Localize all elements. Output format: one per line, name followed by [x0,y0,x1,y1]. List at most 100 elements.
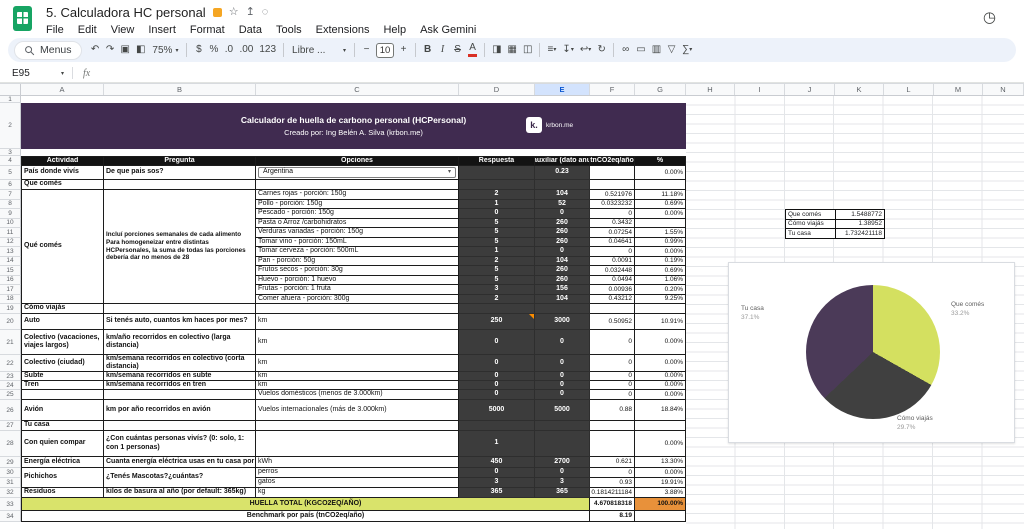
cell-G33[interactable]: 100.00% [635,498,686,511]
vertical-align-icon[interactable]: ↧▾ [559,41,576,59]
summary-label-0[interactable]: Que comés [786,210,836,220]
document-title[interactable]: 5. Calculadora HC personal [46,5,206,20]
cell-B28[interactable]: ¿Con cuántas personas vivís? (0: solo, 1… [104,431,256,457]
column-header-C[interactable]: C [256,84,459,95]
cell-B20[interactable]: Si tenés auto, cuantos km haces por mes? [104,314,256,330]
column-header-I[interactable]: I [735,84,785,95]
row-header-7[interactable]: 7 [0,190,21,200]
row-header-25[interactable]: 25 [0,390,21,400]
cell-D15[interactable]: 5 [459,266,535,276]
cell-D6[interactable] [459,180,535,190]
cell-G19[interactable] [635,304,686,314]
summary-label-2[interactable]: Tu casa [786,229,836,239]
row-header-10[interactable]: 10 [0,219,21,229]
menu-ask-gemini[interactable]: Ask Gemini [413,23,483,37]
cell-D23[interactable]: 0 [459,372,535,381]
column-header-K[interactable]: K [835,84,884,95]
cell-F7[interactable]: 0.521976 [590,190,635,200]
cell-D14[interactable]: 2 [459,257,535,267]
cell-A19[interactable]: Cómo viajás [21,304,104,314]
cell-F10[interactable]: 0.3432 [590,219,635,229]
cell-D25[interactable]: 0 [459,390,535,400]
cell-G6[interactable] [635,180,686,190]
cell-G30[interactable]: 0.00% [635,468,686,478]
cell-C27[interactable] [256,421,459,431]
star-icon[interactable]: ☆ [229,7,239,18]
merge-cells-icon[interactable]: ◫ [520,41,535,59]
font-size-input[interactable]: 10 [376,43,394,58]
cell-G10[interactable] [635,219,686,229]
cell-E30[interactable]: 0 [535,468,590,478]
cell-D13[interactable]: 1 [459,247,535,257]
row-header-29[interactable]: 29 [0,457,21,468]
row-header-20[interactable]: 20 [0,314,21,330]
row-header-12[interactable]: 12 [0,238,21,248]
cell-E12[interactable]: 260 [535,238,590,248]
cell-G29[interactable]: 13.30% [635,457,686,468]
select-all-corner[interactable] [0,84,21,95]
cell-B24[interactable]: km/semana recorridos en tren [104,381,256,390]
cell-G14[interactable]: 0.19% [635,257,686,267]
cell-B30[interactable]: ¿Tenés Mascotas?¿cuántas? [104,468,256,488]
cell-E26[interactable]: 5000 [535,400,590,421]
column-header-M[interactable]: M [934,84,983,95]
cell-C4[interactable]: Opciones [256,156,459,166]
column-header-N[interactable]: N [983,84,1024,95]
cell-E7[interactable]: 104 [535,190,590,200]
zoom-select[interactable]: 75%▾ [148,41,182,59]
cell-F13[interactable]: 0 [590,247,635,257]
row-header-8[interactable]: 8 [0,200,21,210]
cell-A24[interactable]: Tren [21,381,104,390]
bold-icon[interactable]: B [420,41,435,59]
cell-C26[interactable]: Vuelos internacionales (más de 3.000km) [256,400,459,421]
cell-D30[interactable]: 0 [459,468,535,478]
menu-insert[interactable]: Insert [141,23,183,37]
cell-B25[interactable] [104,390,256,400]
row-header-18[interactable]: 18 [0,295,21,305]
cell-G24[interactable]: 0.00% [635,381,686,390]
cell-E19[interactable] [535,304,590,314]
cell-F28[interactable] [590,431,635,457]
cell-G20[interactable]: 10.91% [635,314,686,330]
cell-F14[interactable]: 0.0091 [590,257,635,267]
cell-B23[interactable]: km/semana recorridos en subte [104,372,256,381]
cell-C12[interactable]: Tomar vino - porción: 150mL [256,238,459,248]
cell-E9[interactable]: 0 [535,209,590,219]
version-history-icon[interactable]: ◷ [983,9,996,26]
cell-F15[interactable]: 0.032448 [590,266,635,276]
row-header-19[interactable]: 19 [0,304,21,314]
cell-F23[interactable]: 0 [590,372,635,381]
cell-F9[interactable]: 0 [590,209,635,219]
cell-D8[interactable]: 1 [459,200,535,210]
cell-C18[interactable]: Comer afuera - porción: 300g [256,295,459,305]
menu-view[interactable]: View [104,23,142,37]
cell-F24[interactable]: 0 [590,381,635,390]
row-header-31[interactable]: 31 [0,478,21,488]
insert-chart-icon[interactable]: ▥ [649,41,664,59]
cell-C32[interactable]: kg [256,488,459,498]
cell-B4[interactable]: Pregunta [104,156,256,166]
cell-C21[interactable]: km [256,330,459,355]
cell-C10[interactable]: Pasta o Arroz /carbohidratos [256,219,459,229]
cell-F27[interactable] [590,421,635,431]
cell-C24[interactable]: km [256,381,459,390]
cell-G12[interactable]: 0.99% [635,238,686,248]
cell-G34[interactable] [635,511,686,522]
row-header-26[interactable]: 26 [0,400,21,421]
summary-value-0[interactable]: 1.5488772 [836,210,885,220]
row-header-11[interactable]: 11 [0,228,21,238]
row-header-30[interactable]: 30 [0,468,21,478]
cell-B5[interactable]: De que pais sos? [104,166,256,180]
horizontal-align-icon[interactable]: ≡▾ [544,41,559,59]
cell-C9[interactable]: Pescado - porción: 150g [256,209,459,219]
cell-A32[interactable]: Residuos [21,488,104,498]
fill-color-icon[interactable]: ◨ [489,41,504,59]
cell-E10[interactable]: 260 [535,219,590,229]
column-header-H[interactable]: H [686,84,735,95]
cell-G4[interactable]: % [635,156,686,166]
decrease-font-size-icon[interactable]: − [359,41,374,59]
cell-D17[interactable]: 3 [459,285,535,295]
cell-C15[interactable]: Frutos secos - porción: 30g [256,266,459,276]
cell-F29[interactable]: 0.621 [590,457,635,468]
cell-C30[interactable]: perros [256,468,459,478]
